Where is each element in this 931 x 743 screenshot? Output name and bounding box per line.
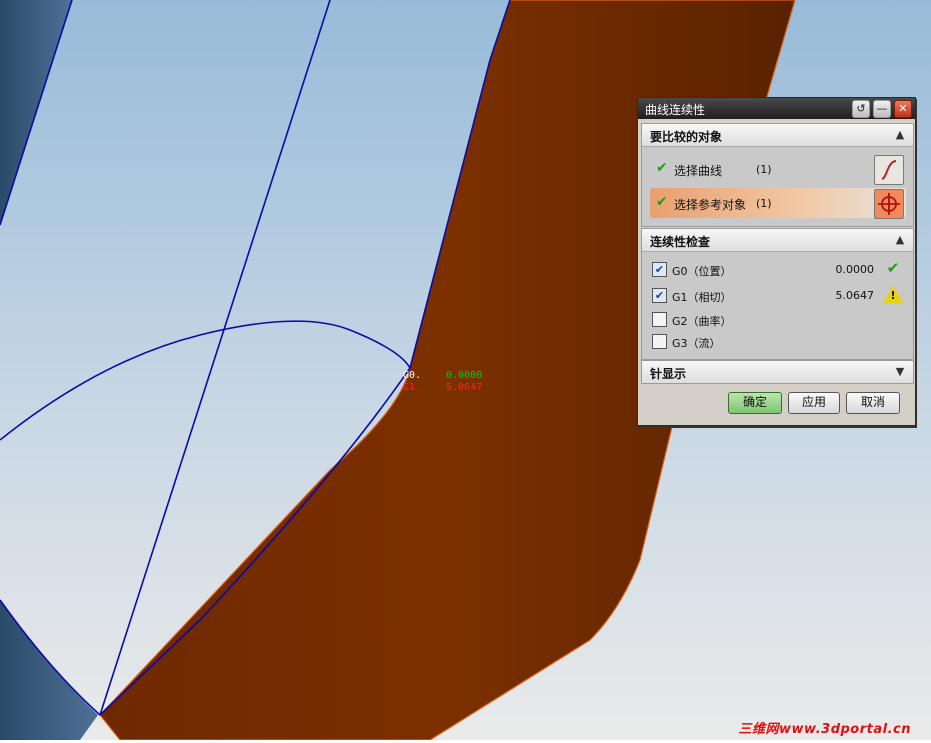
apply-button[interactable]: 应用 bbox=[788, 392, 840, 414]
g0-value: 0.0000 bbox=[835, 263, 875, 276]
ok-button[interactable]: 确定 bbox=[728, 392, 782, 414]
continuity-section: 连续性检查 ▲ ✔ G0（位置） 0.0000 ✔ ✔ G1（相切） 5.064… bbox=[641, 228, 914, 360]
g0-label: G0（位置） bbox=[672, 265, 732, 278]
crosshair-icon[interactable] bbox=[874, 189, 904, 219]
g0-label: G0. bbox=[403, 370, 421, 381]
needle-display-header[interactable]: 针显示 ▼ bbox=[642, 361, 913, 383]
collapse-up-icon[interactable]: ▲ bbox=[891, 231, 909, 249]
g2-checkbox[interactable] bbox=[652, 312, 667, 327]
g3-checkbox[interactable] bbox=[652, 334, 667, 349]
check-icon: ✔ bbox=[656, 160, 668, 176]
g0-checkbox[interactable]: ✔ bbox=[652, 262, 667, 277]
g1-row: ✔ G1（相切） 5.0647 ! bbox=[652, 286, 908, 306]
g1-label: G1（相切） bbox=[672, 291, 732, 304]
g0-row: ✔ G0（位置） 0.0000 ✔ bbox=[652, 259, 908, 280]
objects-section: 要比较的对象 ▲ ✔ 选择曲线 (1) ✔ 选择参考对象 (1) bbox=[641, 123, 914, 227]
objects-section-label: 要比较的对象 bbox=[650, 130, 723, 144]
curve-icon[interactable] bbox=[874, 155, 904, 185]
watermark: 三维网www.3dportal.cn bbox=[738, 722, 911, 737]
dialog-titlebar[interactable]: 曲线连续性 ↺ — ✕ bbox=[638, 98, 915, 119]
warning-icon: ! bbox=[882, 285, 904, 305]
minimize-icon[interactable]: — bbox=[873, 100, 891, 118]
close-icon[interactable]: ✕ bbox=[894, 100, 912, 118]
g2-row: G2（曲率） bbox=[652, 310, 908, 330]
select-curve-row[interactable]: ✔ 选择曲线 (1) bbox=[650, 154, 906, 185]
select-reference-row[interactable]: ✔ 选择参考对象 (1) bbox=[650, 188, 906, 219]
objects-section-header[interactable]: 要比较的对象 ▲ bbox=[642, 124, 913, 147]
expand-down-icon[interactable]: ▼ bbox=[891, 363, 909, 381]
check-icon: ✔ bbox=[656, 194, 668, 210]
g1-label: G1. bbox=[403, 382, 421, 393]
collapse-up-icon[interactable]: ▲ bbox=[891, 126, 909, 144]
reset-icon[interactable]: ↺ bbox=[852, 100, 870, 118]
g0-value: 0.0000 bbox=[446, 370, 482, 381]
g2-label: G2（曲率） bbox=[672, 315, 732, 328]
needle-display-label: 针显示 bbox=[650, 367, 687, 381]
g1-value: 5.0647 bbox=[446, 382, 482, 393]
continuity-section-label: 连续性检查 bbox=[650, 235, 711, 249]
select-reference-count: (1) bbox=[756, 197, 772, 210]
cancel-button[interactable]: 取消 bbox=[846, 392, 900, 414]
continuity-section-header[interactable]: 连续性检查 ▲ bbox=[642, 229, 913, 252]
g1-checkbox[interactable]: ✔ bbox=[652, 288, 667, 303]
g3-row: G3（流） bbox=[652, 332, 908, 352]
ok-check-icon: ✔ bbox=[886, 259, 900, 277]
needle-display-section: 针显示 ▼ bbox=[641, 360, 914, 384]
g3-label: G3（流） bbox=[672, 337, 721, 350]
dialog-title: 曲线连续性 bbox=[645, 103, 706, 117]
select-reference-label: 选择参考对象 bbox=[674, 198, 747, 212]
g1-value: 5.0647 bbox=[835, 289, 875, 302]
curve-continuity-dialog: 曲线连续性 ↺ — ✕ 要比较的对象 ▲ ✔ 选择曲线 (1) ✔ 选择参考对象… bbox=[637, 97, 916, 426]
select-curve-label: 选择曲线 bbox=[674, 164, 723, 178]
select-curve-count: (1) bbox=[756, 163, 772, 176]
